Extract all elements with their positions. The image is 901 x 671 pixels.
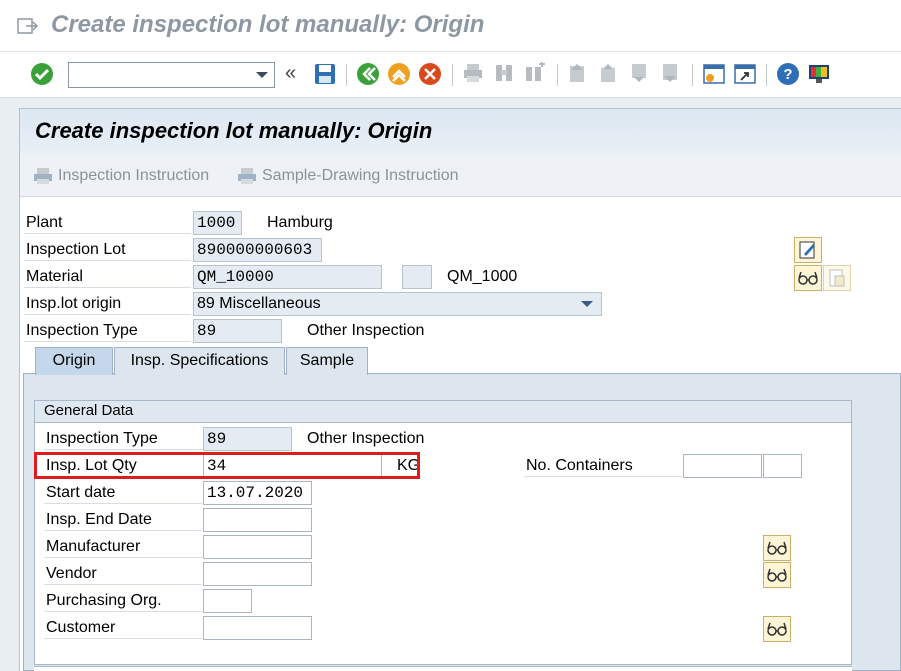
start-date-label: Start date <box>44 482 202 504</box>
manufacturer-label: Manufacturer <box>44 536 202 558</box>
previous-page-icon <box>598 62 624 88</box>
vendor-display-button[interactable] <box>763 562 791 588</box>
first-page-icon <box>567 62 593 88</box>
insp-end-date-field[interactable] <box>203 508 312 532</box>
print-icon <box>238 168 256 184</box>
material-field[interactable]: QM_10000 <box>193 265 382 289</box>
inspection-type-field[interactable]: 89 <box>193 319 282 343</box>
purchasing-org-field[interactable] <box>203 589 252 613</box>
document-overview-button[interactable] <box>823 265 851 291</box>
page-title: Create inspection lot manually: Origin <box>35 118 433 143</box>
command-field[interactable] <box>68 62 275 88</box>
inspection-instruction-label: Inspection Instruction <box>58 167 210 184</box>
shortcut-icon[interactable] <box>733 62 759 88</box>
application-toolbar: Inspection Instruction Sample-Drawing In… <box>20 153 901 197</box>
inspection-lot-field[interactable]: 890000000603 <box>193 238 322 262</box>
help-icon[interactable]: ? <box>776 62 802 88</box>
toolbar-divider <box>346 64 347 86</box>
last-page-icon <box>660 62 686 88</box>
collapse-command-icon[interactable]: « <box>285 62 296 85</box>
find-icon <box>493 62 519 88</box>
toolbar-divider <box>766 64 767 86</box>
toolbar-divider <box>452 64 453 86</box>
plant-field[interactable]: 1000 <box>193 211 242 235</box>
print-icon <box>462 62 488 88</box>
container-unit-field[interactable] <box>763 454 802 478</box>
manufacturer-display-button[interactable] <box>763 535 791 561</box>
tab-insp-specifications[interactable]: Insp. Specifications <box>114 347 285 375</box>
document-icon <box>829 269 845 287</box>
next-page-icon <box>629 62 655 88</box>
vendor-label: Vendor <box>44 563 202 585</box>
glasses-icon <box>767 568 787 582</box>
print-icon <box>34 168 52 184</box>
sample-drawing-instruction-label: Sample-Drawing Instruction <box>262 167 459 184</box>
material-description: QM_1000 <box>447 268 518 285</box>
customer-display-button[interactable] <box>763 616 791 642</box>
chevron-down-icon[interactable] <box>256 72 268 78</box>
no-containers-field[interactable] <box>683 454 762 478</box>
plant-name: Hamburg <box>267 214 333 231</box>
next-group-edge <box>34 666 852 671</box>
layout-menu-icon[interactable] <box>807 62 833 88</box>
insp-lot-origin-select[interactable]: 89 Miscellaneous <box>193 292 602 316</box>
plant-label: Plant <box>24 212 191 234</box>
insp-lot-origin-value: 89 Miscellaneous <box>197 295 321 312</box>
toolbar-divider <box>557 64 558 86</box>
highlight-box <box>34 452 420 479</box>
exit-screen-icon[interactable] <box>17 16 39 40</box>
edit-long-text-button[interactable] <box>794 237 822 263</box>
system-toolbar: « ? <box>0 52 901 98</box>
inspection-type-label: Inspection Type <box>24 320 191 342</box>
display-glasses-button[interactable] <box>794 265 822 291</box>
edit-icon <box>799 241 815 259</box>
start-date-field[interactable]: 13.07.2020 <box>203 481 312 505</box>
glasses-icon <box>767 541 787 555</box>
general-inspection-type-label: Inspection Type <box>44 428 202 450</box>
glasses-icon <box>767 622 787 636</box>
manufacturer-field[interactable] <box>203 535 312 559</box>
chevron-down-icon[interactable] <box>581 301 593 307</box>
material-extra-field[interactable] <box>402 265 432 289</box>
tab-origin[interactable]: Origin <box>35 347 113 375</box>
inspection-type-description: Other Inspection <box>307 322 425 339</box>
vendor-field[interactable] <box>203 562 312 586</box>
general-inspection-type-description: Other Inspection <box>307 430 425 447</box>
cancel-icon[interactable] <box>418 62 444 88</box>
svg-text:?: ? <box>783 66 792 83</box>
check-icon[interactable] <box>30 62 56 88</box>
save-icon[interactable] <box>313 62 339 88</box>
new-session-icon[interactable] <box>702 62 728 88</box>
sample-drawing-instruction-button: Sample-Drawing Instruction <box>236 166 459 186</box>
window-title-bar: Create inspection lot manually: Origin <box>0 0 901 52</box>
back-icon[interactable] <box>356 62 382 88</box>
general-data-title: General Data <box>35 401 851 423</box>
inspection-instruction-button: Inspection Instruction <box>32 166 209 186</box>
find-next-icon <box>524 61 550 88</box>
general-inspection-type-field[interactable]: 89 <box>203 427 292 451</box>
toolbar-divider <box>692 64 693 86</box>
material-label: Material <box>24 266 191 288</box>
glasses-icon <box>798 271 818 285</box>
insp-end-date-label: Insp. End Date <box>44 509 202 531</box>
inspection-lot-label: Inspection Lot <box>24 239 191 261</box>
tab-sample[interactable]: Sample <box>286 347 368 375</box>
screen-header: Create inspection lot manually: Origin <box>20 109 901 153</box>
customer-field[interactable] <box>203 616 312 640</box>
exit-icon[interactable] <box>387 62 413 88</box>
window-title: Create inspection lot manually: Origin <box>51 11 485 38</box>
purchasing-org-label: Purchasing Org. <box>44 590 202 612</box>
no-containers-label: No. Containers <box>524 455 682 477</box>
insp-lot-origin-label: Insp.lot origin <box>24 293 191 315</box>
customer-label: Customer <box>44 617 202 639</box>
